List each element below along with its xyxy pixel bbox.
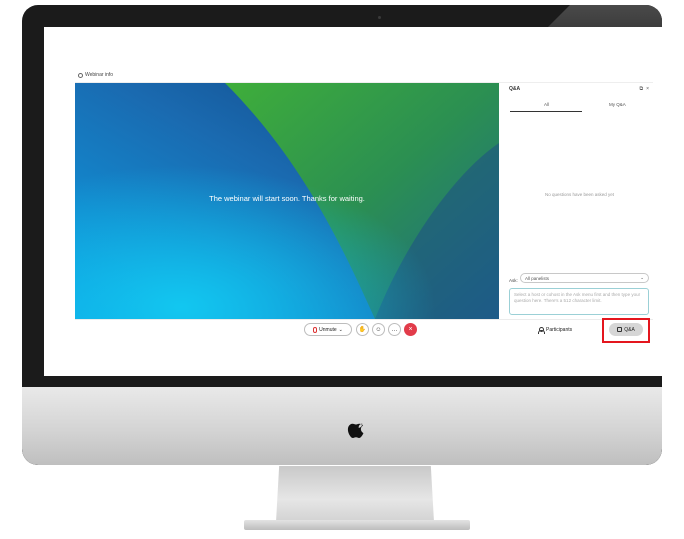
ask-target-select[interactable]: All panelists ⌄: [520, 273, 649, 283]
imac-chin: [22, 387, 662, 465]
ask-target-value: All panelists: [525, 275, 550, 281]
more-options-button[interactable]: …: [388, 323, 401, 336]
raise-hand-icon: ✋: [358, 327, 367, 333]
webinar-app: Webinar info The webinar will start soon…: [75, 68, 653, 338]
reactions-button[interactable]: ☺: [372, 323, 385, 336]
reaction-icon: ☺: [375, 326, 382, 333]
apple-logo-icon: [347, 423, 364, 438]
participants-label: Participants: [546, 326, 573, 333]
qa-panel-controls: ⧉ ×: [640, 86, 650, 92]
raise-hand-button[interactable]: ✋: [356, 323, 369, 336]
close-icon[interactable]: ×: [646, 86, 649, 92]
window-title[interactable]: Webinar info: [85, 72, 113, 78]
person-icon: [538, 326, 545, 334]
qa-panel: Q&A ⧉ × All My Q&A No questions have bee…: [506, 83, 653, 319]
question-input[interactable]: Select a host or cohost in the Ask menu …: [509, 288, 649, 315]
window-header: Webinar info: [75, 68, 653, 83]
leave-button[interactable]: ×: [404, 323, 417, 336]
screen: Webinar info The webinar will start soon…: [44, 27, 669, 376]
popout-icon[interactable]: ⧉: [640, 86, 644, 92]
tab-my-qa[interactable]: My Q&A: [609, 102, 626, 107]
qa-button-highlight: [602, 318, 650, 343]
more-icon: …: [391, 326, 398, 333]
imac-stand-base: [244, 520, 470, 530]
video-stage: The webinar will start soon. Thanks for …: [75, 83, 499, 319]
chevron-down-icon[interactable]: ⌄: [339, 327, 343, 333]
imac-stand: [276, 466, 434, 522]
chevron-down-icon: ⌄: [640, 275, 644, 280]
microphone-muted-icon: [313, 326, 318, 333]
participants-button[interactable]: Participants: [538, 323, 572, 336]
qa-empty-message: No questions have been asked yet: [544, 192, 615, 197]
unmute-button[interactable]: Unmute ⌄: [304, 323, 352, 336]
tab-all[interactable]: All: [544, 102, 549, 107]
close-icon: ×: [408, 326, 413, 333]
ask-label: Ask:: [509, 278, 518, 283]
qa-panel-title: Q&A: [509, 86, 521, 92]
unmute-label: Unmute: [319, 326, 337, 333]
control-bar: Unmute ⌄ ✋ ☺ … × Participants Q&A: [75, 319, 653, 338]
info-icon[interactable]: [78, 72, 83, 78]
waiting-message: The webinar will start soon. Thanks for …: [209, 194, 365, 203]
active-tab-indicator: [510, 111, 582, 112]
camera: [378, 16, 381, 19]
